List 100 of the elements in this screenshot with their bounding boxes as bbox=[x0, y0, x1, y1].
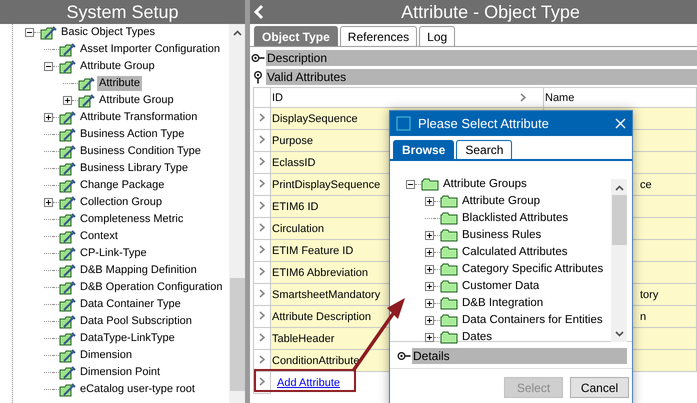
tree-item[interactable]: Attribute Transformation bbox=[78, 110, 200, 125]
expand-toggle[interactable] bbox=[425, 282, 434, 291]
tree-item[interactable]: eCatalog user-type root bbox=[78, 382, 197, 397]
tree-item[interactable]: Attribute bbox=[97, 76, 142, 91]
folder-tool-icon bbox=[78, 76, 95, 90]
folder-icon bbox=[440, 314, 458, 327]
pin-icon[interactable] bbox=[251, 53, 265, 63]
column-header[interactable]: ID bbox=[272, 92, 283, 104]
table-cell: ETIM Feature ID bbox=[272, 244, 354, 256]
folder-tool-icon bbox=[78, 94, 95, 108]
section-header[interactable]: Details bbox=[412, 348, 627, 364]
tree-item[interactable]: Attribute Groups bbox=[441, 177, 529, 192]
table-cell: PrintDisplaySequence bbox=[272, 178, 380, 190]
folder-tool-icon bbox=[59, 60, 76, 74]
folder-tool-icon bbox=[59, 298, 76, 312]
expand-icon bbox=[259, 178, 265, 188]
scroll-up-icon[interactable] bbox=[232, 30, 242, 36]
pin-icon[interactable] bbox=[397, 351, 411, 361]
tree-item[interactable]: Data Containers for Entities bbox=[460, 313, 605, 328]
scroll-down-icon[interactable] bbox=[614, 331, 624, 337]
collapse-toggle[interactable] bbox=[406, 180, 415, 189]
tree-item[interactable]: DataType-LinkType bbox=[78, 331, 177, 346]
table-cell: EclassID bbox=[272, 156, 316, 168]
tree-item[interactable]: Asset Importer Configuration bbox=[78, 42, 222, 57]
tab[interactable]: Browse bbox=[393, 140, 454, 159]
tree-item[interactable]: D&B Mapping Definition bbox=[78, 263, 199, 278]
tree-item[interactable]: Attribute Group bbox=[78, 59, 157, 74]
expand-toggle[interactable] bbox=[425, 299, 434, 308]
tree-item[interactable]: Data Pool Subscription bbox=[78, 314, 194, 329]
expand-icon bbox=[259, 112, 265, 122]
tree-item[interactable]: Dimension Point bbox=[78, 365, 162, 380]
table-cell: ETIM6 ID bbox=[272, 200, 318, 212]
folder-tool-icon bbox=[59, 162, 76, 176]
folder-tool-icon bbox=[59, 42, 76, 56]
tree-item[interactable]: Completeness Metric bbox=[78, 212, 186, 227]
expand-toggle[interactable] bbox=[44, 198, 53, 207]
folder-icon bbox=[421, 178, 439, 191]
collapse-toggle[interactable] bbox=[25, 28, 34, 37]
expand-toggle[interactable] bbox=[425, 265, 434, 274]
folder-tool-icon bbox=[59, 366, 76, 380]
collapse-toggle[interactable] bbox=[44, 62, 53, 71]
table-cell: ETIM6 Abbreviation bbox=[272, 266, 368, 278]
tree-item[interactable]: Change Package bbox=[78, 178, 166, 193]
dialog-title: Please Select Attribute bbox=[418, 116, 550, 131]
tree-item[interactable]: CP-Link-Type bbox=[78, 246, 149, 261]
tree-item[interactable]: Dates bbox=[460, 330, 494, 345]
tree-item[interactable]: Calculated Attributes bbox=[460, 245, 570, 260]
cancel-button[interactable]: Cancel bbox=[570, 377, 629, 398]
tree-item[interactable]: Attribute Group bbox=[97, 93, 176, 108]
tree-item[interactable]: Business Condition Type bbox=[78, 144, 203, 159]
folder-tool-icon bbox=[59, 332, 76, 346]
folder-tool-icon bbox=[59, 314, 76, 328]
scroll-up-icon[interactable] bbox=[614, 185, 624, 191]
expand-toggle[interactable] bbox=[425, 231, 434, 240]
tree-item[interactable]: D&B Operation Configuration bbox=[78, 280, 224, 295]
tree-item[interactable]: Attribute Group bbox=[460, 194, 542, 209]
folder-icon bbox=[440, 195, 458, 208]
pin-icon[interactable] bbox=[253, 70, 263, 84]
close-icon[interactable] bbox=[615, 118, 626, 129]
expand-toggle[interactable] bbox=[425, 316, 434, 325]
scrollbar[interactable] bbox=[611, 179, 627, 342]
expand-toggle[interactable] bbox=[425, 197, 434, 206]
tree-item[interactable]: Basic Object Types bbox=[59, 25, 157, 40]
tree-item[interactable]: Customer Data bbox=[460, 279, 542, 294]
tab[interactable]: References bbox=[340, 26, 418, 46]
tree-item[interactable]: Category Specific Attributes bbox=[460, 262, 606, 277]
expand-toggle[interactable] bbox=[63, 96, 72, 105]
expand-icon bbox=[259, 156, 265, 166]
scrollbar[interactable] bbox=[229, 24, 245, 403]
folder-tool-icon bbox=[59, 264, 76, 278]
expand-icon bbox=[259, 134, 265, 144]
expand-icon bbox=[259, 244, 265, 254]
expand-icon bbox=[259, 376, 265, 386]
tree-item[interactable]: Collection Group bbox=[78, 195, 164, 210]
table-cell: Purpose bbox=[272, 134, 313, 146]
add-attribute-link[interactable]: Add Attribute bbox=[272, 376, 340, 389]
expand-toggle[interactable] bbox=[425, 248, 434, 257]
back-icon[interactable] bbox=[254, 4, 264, 20]
table-cell: SmartsheetMandatory bbox=[272, 288, 380, 300]
folder-tool-icon bbox=[40, 26, 57, 40]
section-header[interactable]: Description bbox=[266, 50, 697, 66]
tree-item[interactable]: D&B Integration bbox=[460, 296, 546, 311]
expand-toggle[interactable] bbox=[425, 333, 434, 342]
tree-item[interactable]: Business Library Type bbox=[78, 161, 190, 176]
expand-toggle[interactable] bbox=[44, 113, 53, 122]
tab[interactable]: Search bbox=[456, 140, 512, 159]
tree-item[interactable]: Context bbox=[78, 229, 120, 244]
column-header[interactable]: Name bbox=[545, 92, 574, 104]
tree-item[interactable]: Data Container Type bbox=[78, 297, 183, 312]
table-cell: TableHeader bbox=[272, 332, 334, 344]
tree-item[interactable]: Business Rules bbox=[460, 228, 544, 243]
tab[interactable]: Log bbox=[419, 26, 456, 46]
expand-icon bbox=[259, 354, 265, 364]
section-header[interactable]: Valid Attributes bbox=[266, 69, 697, 85]
table-cell: DisplaySequence bbox=[272, 112, 358, 124]
expand-icon bbox=[259, 200, 265, 210]
tree-item[interactable]: Dimension bbox=[78, 348, 134, 363]
tree-item[interactable]: Blacklisted Attributes bbox=[460, 211, 570, 226]
tab[interactable]: Object Type bbox=[254, 26, 338, 46]
tree-item[interactable]: Business Action Type bbox=[78, 127, 186, 142]
